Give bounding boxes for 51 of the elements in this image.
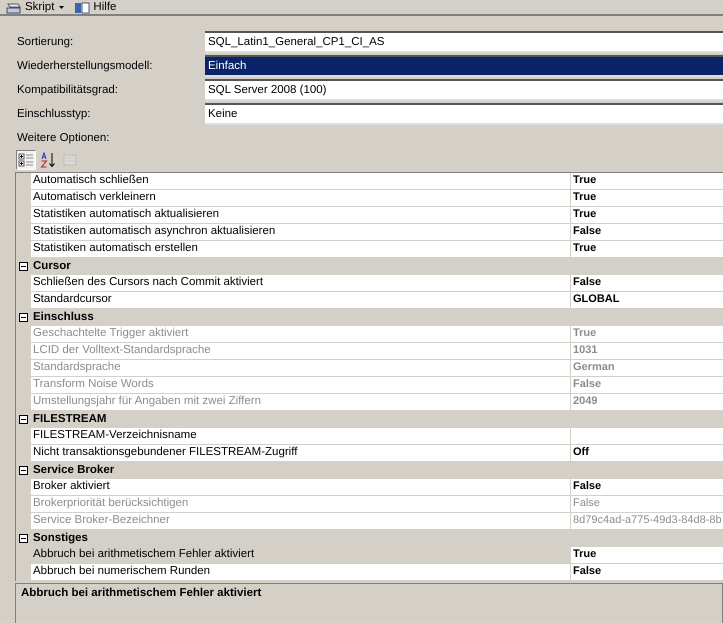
field-label: Einschlusstyp: [17,108,92,120]
category-header: FILESTREAM [33,413,106,425]
help-button[interactable]: Hilfe [72,1,118,14]
section-label: Weitere Optionen: [17,132,110,146]
property-name[interactable]: Statistiken automatisch erstellen [31,241,571,257]
printer-icon [6,2,22,14]
property-name[interactable]: Schließen des Cursors nach Commit aktiviert [31,275,571,291]
category-header: Einschluss [33,311,94,323]
property-value[interactable]: True [571,547,723,563]
property-name[interactable]: Statistiken automatisch asynchron aktualisieren [31,224,571,240]
value-field[interactable]: Keine [205,103,723,125]
property-value[interactable]: True [571,173,723,189]
property-name[interactable]: Statistiken automatisch aktualisieren [31,207,571,223]
collapse-icon[interactable] [19,414,28,424]
property-value[interactable]: True [571,241,723,257]
property-name[interactable]: Standardcursor [31,292,571,308]
script-button[interactable]: Skript [4,1,66,14]
property-value[interactable]: True [571,207,723,223]
category-header: Service Broker [33,464,114,476]
property-value[interactable]: GLOBAL [571,292,723,308]
property-name[interactable]: Nicht transaktionsgebundener FILESTREAM-Zugriff [31,445,571,461]
description-title: Abbruch bei arithmetischem Fehler aktiviert [21,587,262,599]
property-name[interactable]: Broker aktiviert [31,479,571,495]
field-label: Wiederherstellungsmodell: [17,60,154,72]
sort-az-icon [40,152,56,168]
collapse-icon[interactable] [19,262,28,270]
value-field[interactable]: SQL_Latin1_General_CP1_CI_AS [205,31,723,53]
property-value[interactable]: Off [571,445,723,461]
property-name[interactable]: Abbruch bei numerischem Runden [31,564,571,580]
collapse-icon[interactable] [19,312,28,322]
property-name[interactable]: FILESTREAM-Verzeichnisname [31,428,571,444]
collapse-icon[interactable] [19,466,28,474]
book-icon [74,2,90,14]
collapse-icon[interactable] [19,534,28,542]
alphabetical-sort-button[interactable] [38,150,58,170]
value-field[interactable]: SQL Server 2008 (100) [205,79,723,101]
category-header: Cursor [33,260,71,272]
property-value[interactable]: False [571,224,723,240]
categorized-view-button[interactable] [16,150,36,170]
value-field[interactable]: Einfach [205,55,723,77]
property-value[interactable]: False [571,275,723,291]
categorized-list-icon [18,152,34,168]
category-header: Sonstiges [33,532,88,544]
property-name[interactable]: Automatisch verkleinern [31,190,571,206]
property-value[interactable]: False [571,564,723,580]
property-name[interactable]: Automatisch schließen [31,173,571,189]
property-value[interactable]: False [571,479,723,495]
field-label: Sortierung: [17,36,74,48]
property-page-icon [62,152,78,168]
property-value[interactable]: True [571,190,723,206]
field-label: Kompatibilitätsgrad: [17,84,119,96]
